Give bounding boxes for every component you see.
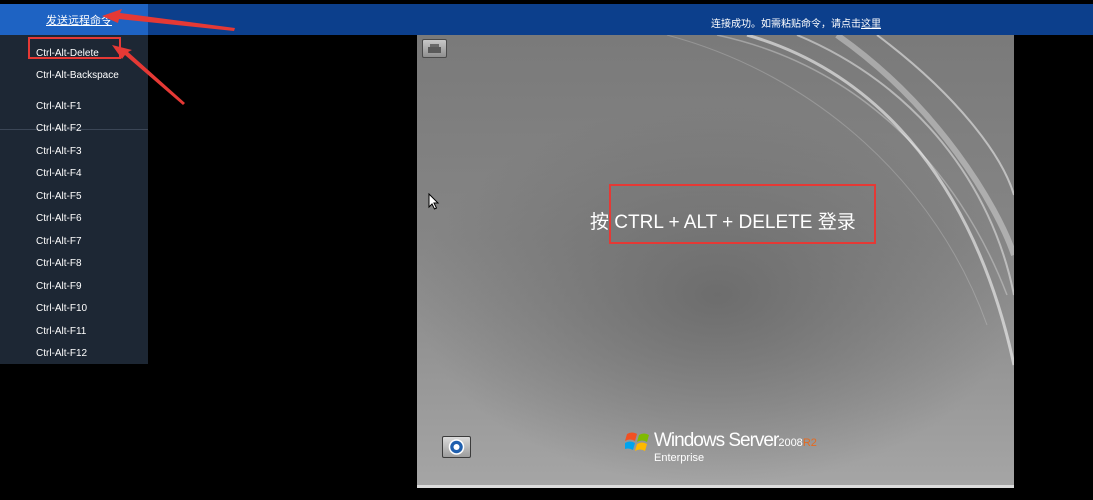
menu-item-ctrl-alt-f6[interactable]: Ctrl-Alt-F6 — [36, 213, 82, 224]
brand-name-text: Windows Server — [654, 430, 779, 451]
remote-desktop-screen[interactable]: 按 CTRL + ALT + DELETE 登录 Windows Server2… — [417, 35, 1014, 485]
ease-of-access-icon — [448, 439, 465, 455]
menu-item-ctrl-alt-f9[interactable]: Ctrl-Alt-F9 — [36, 281, 82, 292]
menu-item-ctrl-alt-f11[interactable]: Ctrl-Alt-F11 — [36, 326, 86, 337]
menu-item-ctrl-alt-delete[interactable]: Ctrl-Alt-Delete — [36, 48, 99, 59]
paste-command-link[interactable]: 这里 — [861, 19, 881, 30]
connection-status: 连接成功。如需粘贴命令，请点击这里 — [711, 15, 881, 30]
send-remote-command-button[interactable]: 发送远程命令 — [0, 4, 148, 35]
send-remote-command-label[interactable]: 发送远程命令 — [46, 12, 112, 28]
brand-name: Windows Server2008R2 — [654, 430, 817, 452]
status-text: 连接成功。如需粘贴命令，请点击 — [711, 19, 861, 30]
toolbar: 发送远程命令 连接成功。如需粘贴命令，请点击这里 — [0, 4, 1093, 35]
menu-item-ctrl-alt-f7[interactable]: Ctrl-Alt-F7 — [36, 236, 82, 247]
brand-version: 2008 — [778, 437, 803, 449]
menu-item-ctrl-alt-f4[interactable]: Ctrl-Alt-F4 — [36, 168, 82, 179]
screen-bottom-border — [417, 485, 1014, 488]
ease-of-access-button[interactable] — [442, 436, 471, 458]
windows-logo-icon — [625, 432, 649, 451]
menu-item-ctrl-alt-f5[interactable]: Ctrl-Alt-F5 — [36, 191, 82, 202]
remote-command-menu: Ctrl-Alt-Delete Ctrl-Alt-Backspace Ctrl-… — [0, 35, 148, 364]
menu-item-ctrl-alt-f8[interactable]: Ctrl-Alt-F8 — [36, 258, 82, 269]
menu-item-ctrl-alt-f12[interactable]: Ctrl-Alt-F12 — [36, 348, 87, 359]
brand-release: R2 — [802, 437, 817, 449]
login-prompt: 按 CTRL + ALT + DELETE 登录 — [590, 212, 856, 233]
background-swoosh-art — [666, 35, 1014, 366]
menu-item-ctrl-alt-backspace[interactable]: Ctrl-Alt-Backspace — [36, 70, 119, 81]
menu-item-ctrl-alt-f3[interactable]: Ctrl-Alt-F3 — [36, 146, 82, 157]
menu-item-ctrl-alt-f2[interactable]: Ctrl-Alt-F2 — [36, 123, 82, 134]
menu-item-ctrl-alt-f1[interactable]: Ctrl-Alt-F1 — [36, 101, 82, 112]
mouse-cursor-icon — [428, 193, 440, 210]
keyboard-icon[interactable] — [422, 39, 447, 58]
brand-edition: Enterprise — [654, 452, 705, 464]
menu-item-ctrl-alt-f10[interactable]: Ctrl-Alt-F10 — [36, 303, 87, 314]
